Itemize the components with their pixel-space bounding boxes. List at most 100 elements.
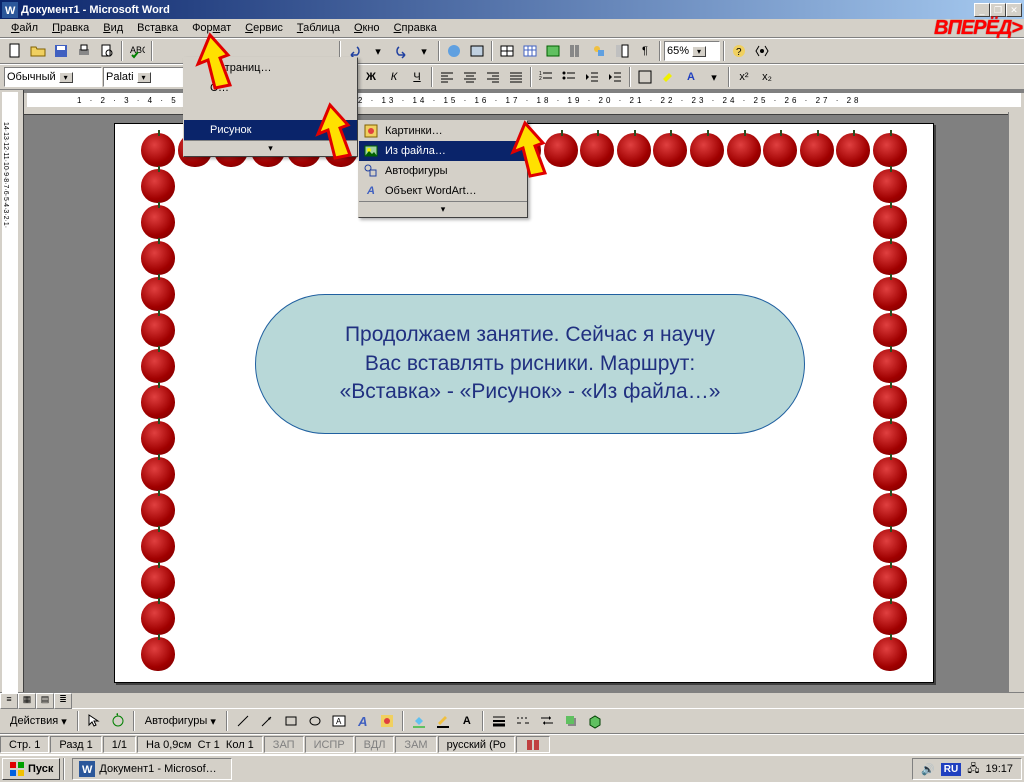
- menu-insert[interactable]: Вставка: [130, 20, 185, 36]
- doc-map-button[interactable]: [611, 40, 633, 62]
- svg-text:2: 2: [539, 76, 542, 82]
- hyperlink-button[interactable]: [443, 40, 465, 62]
- font-color-dd[interactable]: ▾: [703, 66, 725, 88]
- minimize-button[interactable]: _: [974, 3, 990, 17]
- spell-button[interactable]: ABC: [126, 40, 148, 62]
- line-color-button[interactable]: [432, 710, 454, 732]
- superscript-button[interactable]: x²: [733, 66, 755, 88]
- style-combo[interactable]: Обычный▾: [4, 67, 102, 87]
- horizontal-scrollbar[interactable]: ≡ ▦ ▤ ≣: [0, 692, 1024, 708]
- print-button[interactable]: [73, 40, 95, 62]
- oval-button[interactable]: [304, 710, 326, 732]
- svg-text:A: A: [336, 717, 342, 726]
- picture-autoshapes[interactable]: Автофигуры: [359, 161, 527, 181]
- picture-clipart[interactable]: Картинки…: [359, 121, 527, 141]
- callout-text: Продолжаем занятие. Сейчас я научу Вас в…: [340, 321, 721, 406]
- redo-dd[interactable]: ▾: [413, 40, 435, 62]
- status-ext[interactable]: ВДЛ: [355, 736, 395, 753]
- underline-button[interactable]: Ч: [406, 66, 428, 88]
- drawing-button[interactable]: [588, 40, 610, 62]
- picture-expand[interactable]: ▾: [359, 201, 527, 217]
- clipart-button[interactable]: [376, 710, 398, 732]
- close-button[interactable]: ✕: [1006, 3, 1022, 17]
- align-center-button[interactable]: [459, 66, 481, 88]
- find-button[interactable]: [751, 40, 773, 62]
- line-style-button[interactable]: [488, 710, 510, 732]
- forward-label[interactable]: ВПЕРЁД>: [934, 17, 1022, 40]
- outdent-button[interactable]: [581, 66, 603, 88]
- zoom-combo[interactable]: 65%▾: [664, 41, 720, 61]
- tables-button[interactable]: [496, 40, 518, 62]
- wordart-button[interactable]: A: [352, 710, 374, 732]
- justify-button[interactable]: [505, 66, 527, 88]
- rectangle-button[interactable]: [280, 710, 302, 732]
- font-combo[interactable]: Palati▾: [103, 67, 191, 87]
- redo-button[interactable]: [390, 40, 412, 62]
- italic-button[interactable]: К: [383, 66, 405, 88]
- numbered-list-button[interactable]: 12: [535, 66, 557, 88]
- align-left-button[interactable]: [436, 66, 458, 88]
- undo-dd[interactable]: ▾: [367, 40, 389, 62]
- taskbar-document[interactable]: W Документ1 - Microsof…: [72, 758, 232, 780]
- rotate-button[interactable]: [107, 710, 129, 732]
- picture-from-file[interactable]: Из файла…: [359, 141, 527, 161]
- menu-help[interactable]: Справка: [387, 20, 444, 36]
- clock[interactable]: 19:17: [985, 763, 1013, 775]
- bullet-list-button[interactable]: [558, 66, 580, 88]
- web-toolbar-button[interactable]: [466, 40, 488, 62]
- highlight-button[interactable]: [657, 66, 679, 88]
- arrow-style-button[interactable]: [536, 710, 558, 732]
- 3d-button[interactable]: [584, 710, 606, 732]
- borders-button[interactable]: [634, 66, 656, 88]
- outline-view-button[interactable]: ≣: [54, 693, 72, 709]
- menu-file[interactable]: Файл: [4, 20, 45, 36]
- arrow-pointer-1: [190, 30, 250, 100]
- maximize-button[interactable]: ❐: [990, 3, 1006, 17]
- actions-button[interactable]: Действия ▾: [4, 713, 73, 730]
- autoshapes-button[interactable]: Автофигуры ▾: [139, 713, 222, 730]
- menu-edit[interactable]: Правка: [45, 20, 96, 36]
- preview-button[interactable]: [96, 40, 118, 62]
- menu-view[interactable]: Вид: [96, 20, 130, 36]
- new-doc-button[interactable]: [4, 40, 26, 62]
- start-button[interactable]: Пуск: [2, 758, 60, 780]
- svg-text:W: W: [82, 764, 93, 776]
- status-trk[interactable]: ИСПР: [305, 736, 354, 753]
- help-button[interactable]: ?: [728, 40, 750, 62]
- arrow-button[interactable]: [256, 710, 278, 732]
- excel-button[interactable]: [542, 40, 564, 62]
- textbox-button[interactable]: A: [328, 710, 350, 732]
- drawing-toolbar: Действия ▾ Автофигуры ▾ A A A: [0, 708, 1024, 734]
- status-book-icon[interactable]: [516, 736, 550, 753]
- web-view-button[interactable]: ▦: [18, 693, 36, 709]
- columns-button[interactable]: [565, 40, 587, 62]
- status-language[interactable]: русский (Ро: [438, 736, 515, 753]
- status-rec[interactable]: ЗАП: [264, 736, 304, 753]
- vertical-scrollbar[interactable]: [1008, 112, 1024, 692]
- open-button[interactable]: [27, 40, 49, 62]
- font-color-draw-button[interactable]: A: [456, 710, 478, 732]
- insert-table-button[interactable]: [519, 40, 541, 62]
- indent-button[interactable]: [604, 66, 626, 88]
- font-color-button[interactable]: A: [680, 66, 702, 88]
- system-tray[interactable]: 🔊 RU 🖧 19:17: [912, 758, 1022, 780]
- status-ovr[interactable]: ЗАМ: [395, 736, 436, 753]
- picture-wordart[interactable]: AОбъект WordArt…: [359, 181, 527, 201]
- normal-view-button[interactable]: ≡: [0, 693, 18, 709]
- align-right-button[interactable]: [482, 66, 504, 88]
- volume-icon[interactable]: 🔊: [921, 763, 935, 776]
- print-view-button[interactable]: ▤: [36, 693, 54, 709]
- network-icon[interactable]: 🖧: [967, 760, 979, 779]
- save-button[interactable]: [50, 40, 72, 62]
- bold-button[interactable]: Ж: [360, 66, 382, 88]
- language-indicator[interactable]: RU: [941, 763, 961, 776]
- dash-style-button[interactable]: [512, 710, 534, 732]
- subscript-button[interactable]: x₂: [756, 66, 778, 88]
- show-marks-button[interactable]: ¶: [634, 40, 656, 62]
- fill-color-button[interactable]: [408, 710, 430, 732]
- shadow-button[interactable]: [560, 710, 582, 732]
- line-button[interactable]: [232, 710, 254, 732]
- select-objects-button[interactable]: [83, 710, 105, 732]
- menu-window[interactable]: Окно: [347, 20, 387, 36]
- menu-table[interactable]: Таблица: [290, 20, 347, 36]
